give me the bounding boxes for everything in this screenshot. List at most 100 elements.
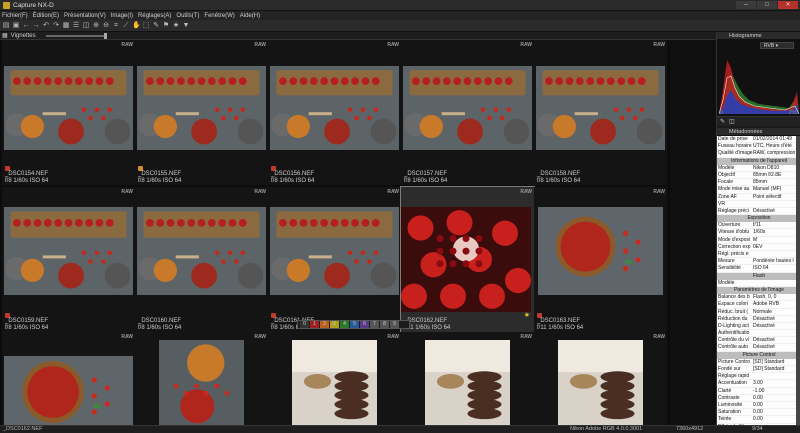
edit-icon[interactable]: ✎: [720, 118, 725, 125]
maximize-button[interactable]: □: [757, 1, 777, 9]
menu-item[interactable]: Présentation(V): [64, 13, 106, 19]
label-option[interactable]: 0: [300, 321, 309, 328]
label-option[interactable]: 7: [370, 321, 379, 328]
label-option[interactable]: 9: [390, 321, 399, 328]
thumbnail-cell[interactable]: RAW _DSC0155.NEF f/8 1/60s ISO 64: [135, 40, 268, 185]
compare-icon[interactable]: ◫: [82, 22, 90, 30]
rotate-left-icon[interactable]: ↶: [42, 22, 50, 30]
thumbnail-cell[interactable]: RAW _DSC0156.NEF f/8 1/60s ISO 64: [268, 40, 401, 185]
thumbnail-cell[interactable]: RAW: [401, 332, 534, 425]
zoom-in-icon[interactable]: ⊕: [92, 22, 100, 30]
star-icon[interactable]: ★: [524, 311, 530, 319]
label-option[interactable]: 6: [360, 321, 369, 328]
menu-item[interactable]: Image(I): [111, 13, 133, 19]
thumbnail-image[interactable]: [403, 66, 532, 150]
thumbnail-cell[interactable]: RAW _DSC0159.NEF f/8 1/60s ISO 64: [2, 187, 135, 332]
menu-item[interactable]: Aide(H): [240, 13, 260, 19]
thumbnail-cell[interactable]: RAW _DSC0163.NEF f/11 1/60s ISO 64: [534, 187, 667, 332]
flag-icon[interactable]: ⚑: [162, 22, 170, 30]
label-option[interactable]: 3: [330, 321, 339, 328]
close-button[interactable]: ✕: [778, 1, 798, 9]
metadata-row: Mesure Pondérée hautes l: [717, 258, 800, 266]
metadata-key: Fuseau horaire: [718, 143, 752, 150]
grid-icon[interactable]: ▦: [62, 22, 70, 30]
metadata-key: Authentificatio: [718, 330, 750, 337]
thumbnail-image[interactable]: [159, 340, 244, 425]
metadata-scrollbar[interactable]: [796, 136, 800, 425]
rotate-right-icon[interactable]: ↷: [52, 22, 60, 30]
select-icon[interactable]: ⬚: [142, 22, 150, 30]
metadata-section-header[interactable]: Flash: [717, 272, 800, 280]
label-option[interactable]: 1: [310, 321, 319, 328]
thumbnail-image[interactable]: [538, 207, 663, 295]
thumbnail-image[interactable]: [4, 66, 133, 150]
thumbnail-image[interactable]: [536, 66, 665, 150]
channel-select[interactable]: RVB ▾: [760, 42, 794, 49]
metadata-key: Espace colori: [718, 301, 749, 308]
metadata-header[interactable]: Métadonnées: [717, 128, 800, 136]
eyedropper-icon[interactable]: ✎: [152, 22, 160, 30]
metadata-section-header[interactable]: Informations de l'appareil: [717, 157, 800, 165]
thumbnail-filename: _DSC0160.NEF: [138, 318, 182, 324]
thumbnail-cell[interactable]: RAW: [534, 332, 667, 425]
metadata-key: Contrôle du vi: [718, 337, 749, 344]
zoom-out-icon[interactable]: ⊖: [102, 22, 110, 30]
thumbnail-cell[interactable]: RAW _DSC0160.NEF f/8 1/60s ISO 64: [135, 187, 268, 332]
save-icon[interactable]: ▣: [12, 22, 20, 30]
thumbnail-image[interactable]: [137, 207, 266, 295]
straighten-icon[interactable]: ⟋: [122, 22, 130, 30]
list-icon[interactable]: ☰: [72, 22, 80, 30]
thumbnail-image[interactable]: [558, 340, 643, 425]
metadata-key: VR: [718, 200, 725, 207]
metadata-key: Balance des b: [718, 294, 750, 301]
thumbnail-image[interactable]: [292, 340, 377, 425]
metadata-row: Zone AF Point sélectif: [717, 193, 800, 201]
metadata-value: RAW, compression: [753, 150, 796, 157]
thumbnail-image[interactable]: [425, 340, 510, 425]
forward-icon[interactable]: →: [32, 22, 40, 30]
thumbnail-cell[interactable]: RAW: [2, 332, 135, 425]
star-icon[interactable]: ★: [172, 22, 180, 30]
thumbnail-cell[interactable]: RAW: [135, 332, 268, 425]
thumbnail-size-slider[interactable]: [46, 35, 106, 37]
metadata-key: Clarté: [718, 387, 732, 394]
menu-item[interactable]: Fichier(F): [2, 13, 28, 19]
metadata-key: Réglage préci: [718, 207, 749, 214]
grid-icon[interactable]: ▦: [2, 32, 8, 39]
thumbnail-cell[interactable]: RAW _DSC0157.NEF f/8 1/60s ISO 64: [401, 40, 534, 185]
histogram-header[interactable]: Histogramme: [717, 32, 800, 40]
thumbnail-image[interactable]: [401, 207, 531, 312]
label-option[interactable]: 8: [380, 321, 389, 328]
label-option[interactable]: 5: [350, 321, 359, 328]
label-option[interactable]: 2: [320, 321, 329, 328]
slider-knob[interactable]: [104, 33, 107, 39]
info-icon[interactable]: ◫: [729, 118, 735, 125]
folder-icon[interactable]: ▤: [2, 22, 10, 30]
thumbnail-image[interactable]: [270, 66, 399, 150]
thumbnail-image[interactable]: [270, 207, 399, 295]
hand-icon[interactable]: ✋: [132, 22, 141, 30]
menu-item[interactable]: Outils(T): [176, 13, 199, 19]
minimize-button[interactable]: –: [736, 1, 756, 9]
metadata-section-header[interactable]: Paramètres de l'image: [717, 286, 800, 295]
menu-item[interactable]: Réglages(A): [138, 13, 171, 19]
thumbnail-cell[interactable]: RAW ★ _DSC0162.NEF f/11 1/60s ISO 64: [400, 186, 535, 333]
back-icon[interactable]: ←: [22, 22, 30, 30]
filter-icon[interactable]: ▼: [182, 22, 190, 30]
metadata-row: Accentuation 3.00: [717, 380, 800, 388]
thumbnail-image[interactable]: [4, 207, 133, 295]
label-option[interactable]: 4: [340, 321, 349, 328]
thumbnail-image[interactable]: [4, 356, 133, 425]
thumbnail-cell[interactable]: RAW: [268, 332, 401, 425]
metadata-key: Réduction du: [718, 315, 748, 322]
menu-item[interactable]: Édition(E): [33, 13, 59, 19]
thumbnail-cell[interactable]: RAW _DSC0158.NEF f/8 1/60s ISO 64: [534, 40, 667, 185]
crop-icon[interactable]: ⌗: [112, 22, 120, 30]
thumbnail-cell[interactable]: RAW _DSC0154.NEF f/8 1/60s ISO 64: [2, 40, 135, 185]
metadata-row: Authentificatio: [717, 330, 800, 338]
menu-item[interactable]: Fenêtre(W): [204, 13, 234, 19]
thumbnail-image[interactable]: [137, 66, 266, 150]
metadata-section-header[interactable]: Picture Control: [717, 351, 800, 359]
thumbnail-cell[interactable]: RAW _DSC0161.NEF f/8 1/60s ISO 64: [268, 187, 401, 332]
metadata-section-header[interactable]: Exposition: [717, 215, 800, 223]
